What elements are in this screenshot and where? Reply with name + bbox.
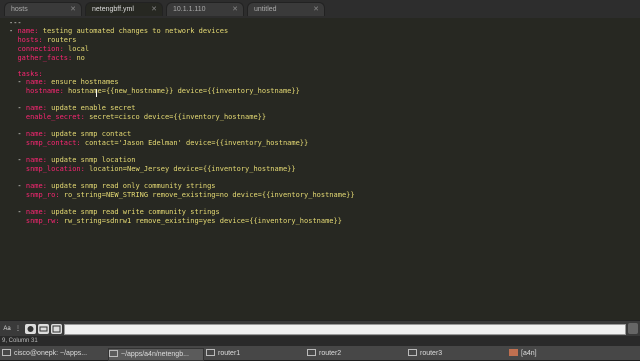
in-selection-toggle-icon[interactable]: [51, 324, 62, 334]
taskbar-item-router3[interactable]: router3: [408, 348, 498, 359]
status-bar: 9, Column 31: [0, 336, 640, 346]
tab-label: 10.1.1.110: [173, 6, 206, 13]
tab-netengbff[interactable]: netengbff.yml ✕: [85, 2, 163, 16]
taskbar-item-editor[interactable]: ~/apps/a4n/netengb...: [108, 348, 204, 361]
code-line: snmp_location: location=New_Jersey devic…: [25, 165, 296, 173]
tab-label: netengbff.yml: [92, 6, 134, 13]
tab-hosts[interactable]: hosts ✕: [4, 2, 82, 16]
taskbar-item-a4n[interactable]: [a4n]: [509, 348, 599, 359]
find-next-button[interactable]: [628, 323, 638, 334]
code-line: snmp_ro: ro_string=NEW_STRING remove_exi…: [25, 191, 355, 199]
terminal-icon: [206, 349, 215, 356]
close-icon[interactable]: ✕: [232, 3, 238, 17]
taskbar-item-router1[interactable]: router1: [206, 348, 296, 359]
taskbar-item-router2[interactable]: router2: [307, 348, 397, 359]
code-line: enable_secret: secret=cisco device={{inv…: [25, 113, 267, 121]
folder-icon: [509, 349, 518, 356]
code-line: gather_facts: no: [17, 54, 85, 62]
tab-10-1-1-110[interactable]: 10.1.1.110 ✕: [166, 2, 244, 16]
regex-toggle-icon[interactable]: [25, 324, 36, 334]
find-input[interactable]: [64, 324, 626, 335]
editor-icon: [109, 350, 118, 357]
terminal-icon: [307, 349, 316, 356]
code-line: snmp_contact: contact='Jason Edelman' de…: [25, 139, 309, 147]
close-icon[interactable]: ✕: [313, 3, 319, 17]
terminal-icon: [408, 349, 417, 356]
code-line: hostname: hostname={{new_hostname}} devi…: [25, 87, 300, 95]
wrap-toggle-icon[interactable]: [38, 324, 49, 334]
more-options-icon[interactable]: ⋮: [14, 324, 22, 334]
code-editor[interactable]: --- - name: testing automated changes to…: [0, 18, 640, 320]
find-bar: Aa ⋮: [0, 320, 640, 337]
tab-label: hosts: [11, 6, 28, 13]
case-sensitive-button[interactable]: Aa: [1, 324, 13, 334]
terminal-icon: [2, 349, 11, 356]
tab-untitled[interactable]: untitled ✕: [247, 2, 325, 16]
close-icon[interactable]: ✕: [151, 3, 157, 17]
taskbar-item-terminal-cisco[interactable]: cisco@onepk: ~/apps...: [2, 348, 112, 359]
close-icon[interactable]: ✕: [70, 3, 76, 17]
tab-bar: hosts ✕ netengbff.yml ✕ 10.1.1.110 ✕ unt…: [0, 0, 640, 19]
text-cursor: [96, 89, 97, 97]
taskbar: cisco@onepk: ~/apps... ~/apps/a4n/neteng…: [0, 346, 640, 361]
cursor-position: 9, Column 31: [2, 338, 38, 344]
tab-label: untitled: [254, 6, 277, 13]
code-line: snmp_rw: rw_string=sdnrw1 remove_existin…: [25, 217, 342, 225]
